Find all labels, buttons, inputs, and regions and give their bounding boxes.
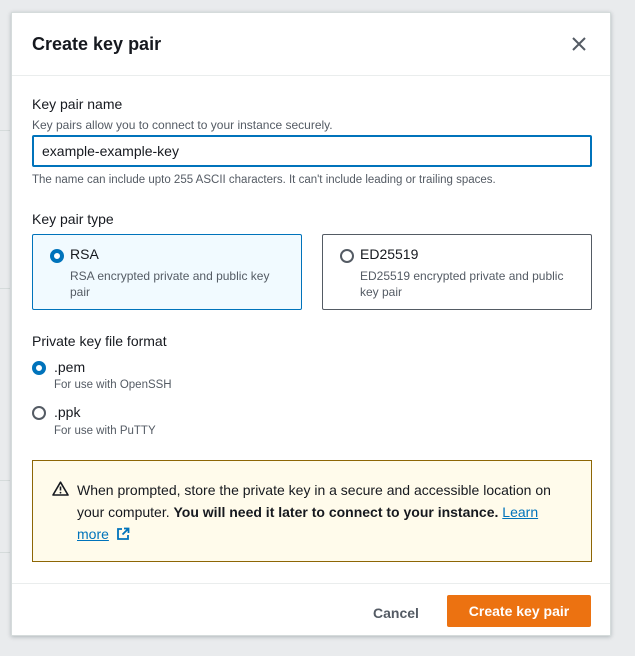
ppk-title[interactable]: .ppk	[54, 404, 80, 420]
background-divider	[0, 288, 10, 289]
cancel-button[interactable]: Cancel	[361, 597, 431, 629]
pem-radio[interactable]	[32, 361, 46, 375]
close-icon	[572, 37, 586, 51]
rsa-radio[interactable]	[50, 249, 64, 263]
key-name-label: Key pair name	[32, 96, 123, 112]
dialog-title: Create key pair	[32, 33, 162, 54]
ppk-description: For use with PuTTY	[54, 425, 156, 437]
close-button[interactable]	[568, 33, 590, 55]
rsa-description: RSA encrypted private and public key pai…	[70, 269, 270, 299]
background-divider	[0, 480, 10, 481]
key-name-section: Key pair name Key pairs allow you to con…	[32, 96, 333, 132]
pem-title[interactable]: .pem	[54, 359, 85, 375]
warning-bold-text: You will need it later to connect to you…	[173, 504, 499, 520]
ed25519-title: ED25519	[360, 246, 419, 262]
learn-more-link-text-1: Learn	[502, 504, 539, 520]
dialog-header: Create key pair	[12, 13, 610, 76]
external-link-icon[interactable]	[116, 527, 130, 541]
create-key-pair-button[interactable]: Create key pair	[447, 595, 591, 627]
learn-more-link-text-2: more	[77, 526, 109, 542]
create-key-pair-dialog: Create key pair Key pair name Key pairs …	[11, 12, 611, 636]
key-type-label: Key pair type	[32, 211, 114, 227]
warning-alert: When prompted, store the private key in …	[32, 460, 592, 562]
pem-description: For use with OpenSSH	[54, 379, 172, 391]
ed25519-description: ED25519 encrypted private and public key…	[360, 269, 564, 299]
background-divider	[0, 552, 10, 553]
rsa-title: RSA	[70, 246, 99, 262]
file-format-label: Private key file format	[32, 333, 167, 349]
key-name-description: Key pairs allow you to connect to your i…	[32, 118, 333, 132]
key-name-constraint: The name can include upto 255 ASCII char…	[32, 174, 496, 186]
dialog-footer: Cancel Create key pair	[12, 583, 610, 637]
key-type-ed25519-tile[interactable]: ED25519 ED25519 encrypted private and pu…	[322, 234, 592, 310]
key-name-input[interactable]	[32, 135, 592, 167]
background-divider	[0, 130, 10, 131]
key-type-rsa-tile[interactable]: RSA RSA encrypted private and public key…	[32, 234, 302, 310]
ed25519-radio[interactable]	[340, 249, 354, 263]
warning-icon	[52, 481, 69, 496]
ppk-radio[interactable]	[32, 406, 46, 420]
